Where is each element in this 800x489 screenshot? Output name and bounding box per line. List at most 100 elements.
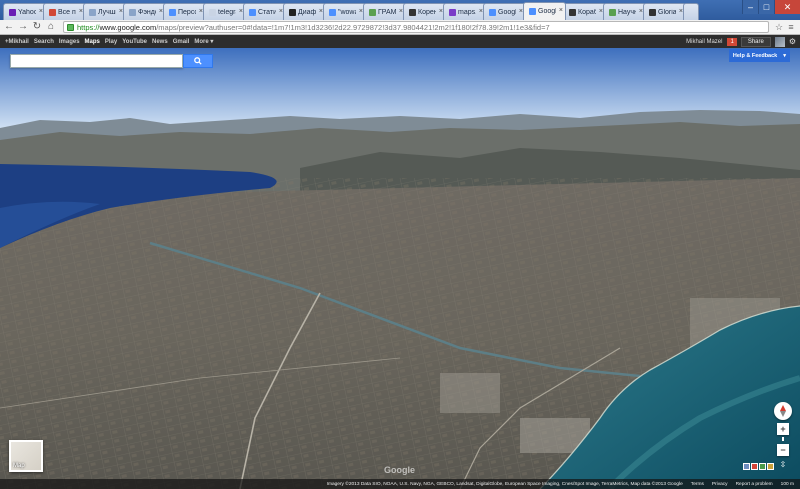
attribution: Imagery ©2013 Data SIO, NOAA, U.S. Navy,… bbox=[326, 481, 683, 487]
favicon-icon bbox=[649, 8, 656, 16]
star-icon[interactable]: ☆ bbox=[773, 21, 785, 33]
minimap-toggle[interactable]: Map bbox=[9, 440, 43, 472]
gbar-link-plus[interactable]: +Mikhail bbox=[5, 39, 29, 45]
minimize-icon[interactable]: – bbox=[742, 0, 758, 14]
tab-title: Корабл bbox=[578, 8, 596, 16]
tab-title: Yahoo! bbox=[18, 8, 36, 16]
gbar-account: Mikhail Mazel 1 Share ⚙ bbox=[686, 36, 796, 47]
gbar-link-more[interactable]: More ▾ bbox=[194, 38, 213, 45]
favicon-icon bbox=[129, 8, 136, 16]
share-button[interactable]: Share bbox=[740, 36, 771, 47]
map-controls: + − ⇳ bbox=[774, 402, 792, 469]
browser-tab[interactable]: Yahoo!× bbox=[3, 3, 46, 20]
google-watermark: Google bbox=[384, 465, 415, 475]
compass-icon[interactable] bbox=[774, 402, 792, 420]
tab-title: Google bbox=[538, 8, 556, 15]
favicon-icon bbox=[289, 8, 296, 16]
avatar[interactable] bbox=[774, 36, 785, 47]
tab-title: ГРАМО bbox=[378, 8, 396, 16]
favicon-icon bbox=[9, 8, 16, 16]
browser-tab[interactable]: Диафи× bbox=[283, 3, 326, 20]
tab-title: Лучши bbox=[98, 8, 116, 16]
search-input[interactable] bbox=[10, 54, 183, 68]
tab-strip: Yahoo!×Все по×Лучши×Фэндо×Персо×telegraf… bbox=[0, 0, 800, 20]
browser-tab[interactable]: Google× bbox=[483, 3, 526, 20]
browser-tab[interactable]: Фэндо× bbox=[123, 3, 166, 20]
report-problem-link[interactable]: Report a problem bbox=[736, 482, 773, 487]
gbar-link-play[interactable]: Play bbox=[105, 39, 117, 45]
tab-title: Корене bbox=[418, 8, 436, 16]
gbar-link-youtube[interactable]: YouTube bbox=[122, 39, 147, 45]
browser-tab[interactable]: ГРАМО× bbox=[363, 3, 406, 20]
map-status-bar: Imagery ©2013 Data SIO, NOAA, U.S. Navy,… bbox=[0, 479, 800, 489]
browser-tab[interactable]: Google× bbox=[523, 2, 566, 20]
browser-tab[interactable]: Gloria I× bbox=[643, 3, 686, 20]
gbar-link-gmail[interactable]: Gmail bbox=[173, 39, 190, 45]
layer-thumb-icon[interactable] bbox=[767, 463, 774, 470]
search-button[interactable] bbox=[183, 54, 213, 68]
privacy-link[interactable]: Privacy bbox=[712, 482, 728, 487]
browser-tab[interactable]: Все по× bbox=[43, 3, 86, 20]
chevron-down-icon: ▾ bbox=[783, 52, 786, 59]
browser-tab[interactable]: Корабл× bbox=[563, 3, 606, 20]
close-window-icon[interactable]: ✕ bbox=[774, 0, 800, 14]
browser-tab[interactable]: telegrafi× bbox=[203, 3, 246, 20]
favicon-icon bbox=[449, 8, 456, 16]
gbar-link-maps[interactable]: Maps bbox=[85, 39, 100, 45]
tab-title: Статист bbox=[258, 8, 276, 16]
help-label: Help & Feedback bbox=[732, 52, 778, 59]
minimap-label: Map bbox=[13, 463, 25, 469]
zoom-in-button[interactable]: + bbox=[777, 423, 789, 435]
gbar-link-search[interactable]: Search bbox=[34, 39, 54, 45]
browser-tab[interactable]: Лучши× bbox=[83, 3, 126, 20]
notification-badge[interactable]: 1 bbox=[727, 37, 737, 46]
gbar-link-news[interactable]: News bbox=[152, 39, 168, 45]
maximize-icon[interactable]: □ bbox=[758, 0, 774, 14]
home-icon[interactable]: ⌂ bbox=[45, 21, 57, 33]
browser-tab[interactable]: maps.g× bbox=[443, 3, 486, 20]
window-controls: – □ ✕ bbox=[742, 0, 800, 16]
address-bar[interactable]: https:// www.google.com /maps/preview?au… bbox=[63, 21, 769, 33]
favicon-icon bbox=[609, 8, 616, 16]
zoom-slider[interactable] bbox=[782, 437, 784, 441]
zoom-out-button[interactable]: − bbox=[777, 444, 789, 456]
favicon-icon bbox=[89, 8, 96, 16]
tab-title: "wowan bbox=[338, 8, 356, 16]
tab-title: Все по bbox=[58, 8, 76, 16]
help-feedback-button[interactable]: Help & Feedback ▾ bbox=[728, 49, 790, 62]
browser-tab[interactable]: "wowan× bbox=[323, 3, 366, 20]
favicon-icon bbox=[569, 8, 576, 16]
new-tab-button[interactable] bbox=[683, 3, 699, 20]
browser-tab[interactable]: Статист× bbox=[243, 3, 286, 20]
reload-icon[interactable]: ↻ bbox=[31, 21, 43, 33]
forward-icon[interactable]: → bbox=[17, 21, 29, 33]
menu-icon[interactable]: ≡ bbox=[785, 21, 797, 33]
gbar-link-images[interactable]: Images bbox=[59, 39, 80, 45]
favicon-icon bbox=[369, 8, 376, 16]
layer-thumb-icon[interactable] bbox=[759, 463, 766, 470]
favicon-icon bbox=[49, 8, 56, 16]
browser-tab[interactable]: Корене× bbox=[403, 3, 446, 20]
browser-tab[interactable]: Научне× bbox=[603, 3, 646, 20]
tab-title: maps.g bbox=[458, 8, 476, 16]
tab-title: Персо bbox=[178, 8, 196, 16]
tab-close-icon[interactable]: × bbox=[559, 7, 563, 14]
favicon-icon bbox=[209, 8, 216, 16]
layer-thumb-icon[interactable] bbox=[743, 463, 750, 470]
gear-icon[interactable]: ⚙ bbox=[789, 37, 796, 46]
user-name[interactable]: Mikhail Mazel bbox=[686, 39, 722, 45]
favicon-icon bbox=[249, 8, 256, 16]
favicon-icon bbox=[329, 8, 336, 16]
back-icon[interactable]: ← bbox=[3, 21, 15, 33]
browser-tab[interactable]: Персо× bbox=[163, 3, 206, 20]
scale-label: 100 m bbox=[780, 481, 794, 487]
tab-title: Научне bbox=[618, 8, 636, 16]
tab-title: Фэндо bbox=[138, 8, 156, 16]
layer-thumb-icon[interactable] bbox=[751, 463, 758, 470]
rotate-icon[interactable]: ⇳ bbox=[774, 460, 792, 469]
tab-title: Google bbox=[498, 8, 516, 16]
url-host: www.google.com bbox=[99, 22, 157, 32]
terms-link[interactable]: Terms bbox=[691, 482, 704, 487]
tab-title: Диафи bbox=[298, 8, 316, 16]
map-viewport[interactable] bbox=[0, 48, 800, 489]
